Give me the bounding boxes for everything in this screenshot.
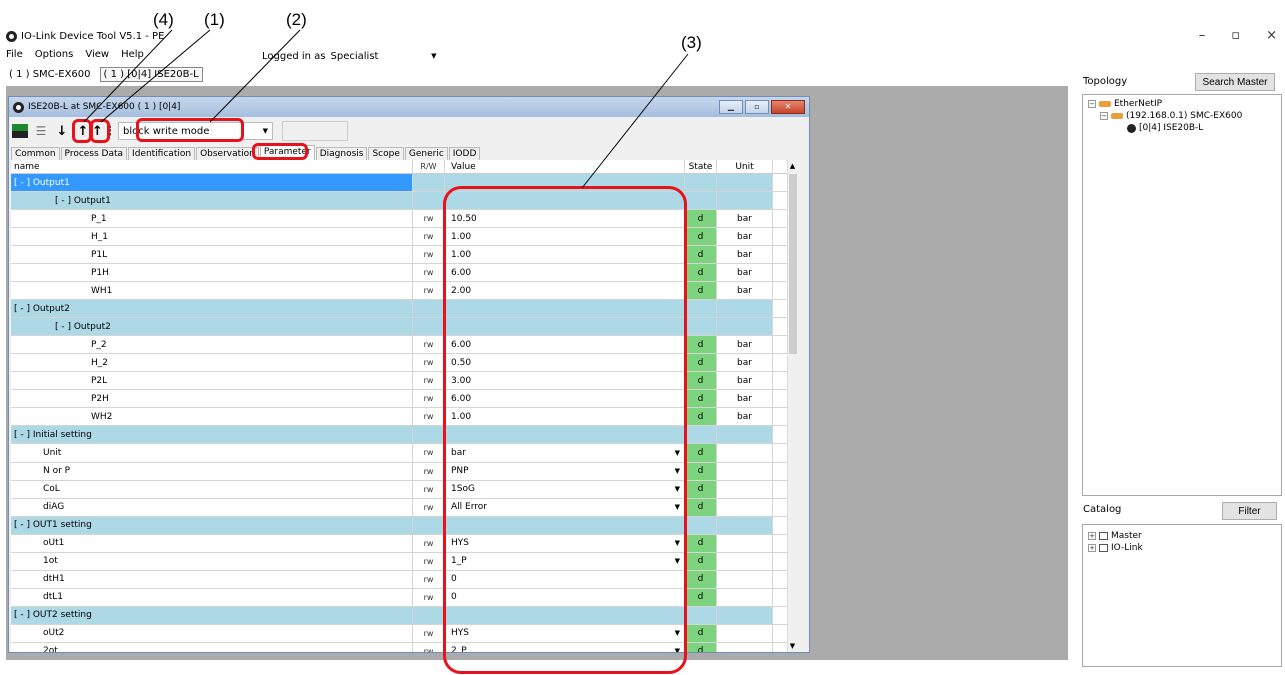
callout-1: (1) — [204, 10, 225, 29]
callout-4: (4) — [153, 10, 174, 29]
callout-3: (3) — [681, 33, 702, 52]
annotation-leader-lines — [83, 29, 689, 189]
callout-2: (2) — [286, 10, 307, 29]
